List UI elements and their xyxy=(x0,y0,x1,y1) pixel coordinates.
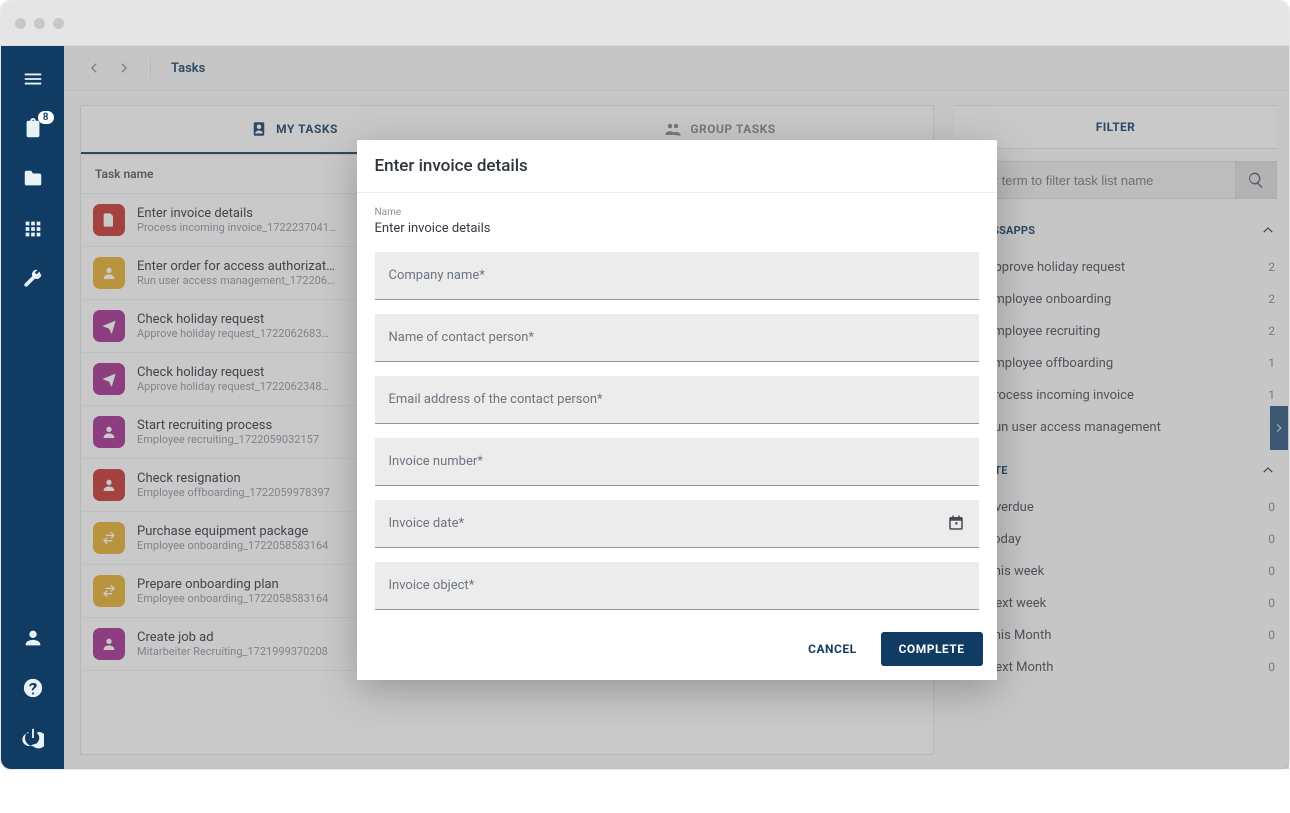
field-label: Invoice date* xyxy=(389,516,465,531)
modal: Enter invoice details Name Enter invoice… xyxy=(357,140,997,680)
content-area: 8 Tasks xyxy=(1,46,1289,769)
field-label: Invoice object* xyxy=(389,578,475,593)
power-icon[interactable] xyxy=(22,727,44,749)
field-label: Company name* xyxy=(389,268,485,283)
modal-footer: CANCEL COMPLETE xyxy=(357,622,997,680)
app-sidebar: 8 xyxy=(1,46,64,769)
invoice-number-field[interactable]: Invoice number* xyxy=(375,438,979,486)
settings-icon[interactable] xyxy=(22,268,44,290)
invoice-object-field[interactable]: Invoice object* xyxy=(375,562,979,610)
field-label: Email address of the contact person* xyxy=(389,392,603,407)
calendar-icon[interactable] xyxy=(947,514,965,536)
name-label: Name xyxy=(375,207,979,218)
modal-overlay: Enter invoice details Name Enter invoice… xyxy=(64,46,1289,769)
field-label: Name of contact person* xyxy=(389,330,535,345)
app-window: 8 Tasks xyxy=(0,0,1290,770)
cancel-button[interactable]: CANCEL xyxy=(796,632,868,666)
complete-button[interactable]: COMPLETE xyxy=(881,632,983,666)
contact-person-field[interactable]: Name of contact person* xyxy=(375,314,979,362)
email-field[interactable]: Email address of the contact person* xyxy=(375,376,979,424)
field-label: Invoice number* xyxy=(389,454,483,469)
company-name-field[interactable]: Company name* xyxy=(375,252,979,300)
window-maximize-dot[interactable] xyxy=(53,18,64,29)
modal-title: Enter invoice details xyxy=(357,140,997,193)
invoice-date-field[interactable]: Invoice date* xyxy=(375,500,979,548)
name-value: Enter invoice details xyxy=(375,221,979,236)
modal-body: Name Enter invoice details Company name*… xyxy=(357,193,997,622)
window-titlebar xyxy=(1,1,1289,46)
